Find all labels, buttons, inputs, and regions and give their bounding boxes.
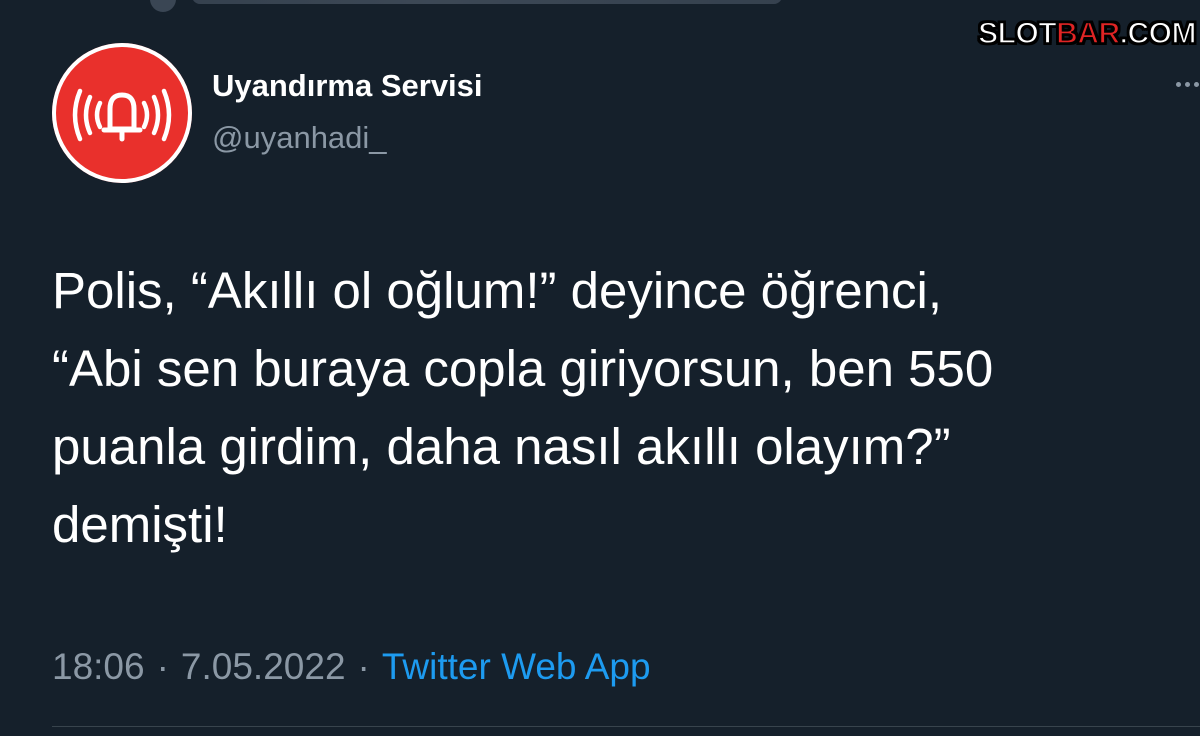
watermark-suffix: .COM — [1119, 16, 1197, 51]
slotbar-watermark: SLOT BAR .COM — [977, 14, 1197, 54]
more-dot — [1185, 82, 1190, 87]
tweet-meta: 18:06 · 7.05.2022 · Twitter Web App — [52, 646, 651, 688]
meta-separator: · — [357, 646, 370, 687]
avatar[interactable] — [52, 43, 192, 183]
ringing-bell-icon — [72, 88, 172, 142]
tweet-date[interactable]: 7.05.2022 — [181, 646, 346, 688]
tweet-source-link[interactable]: Twitter Web App — [382, 646, 651, 688]
meta-separator: · — [156, 646, 169, 687]
more-dot — [1194, 82, 1199, 87]
display-name[interactable]: Uyandırma Servisi — [212, 68, 483, 104]
watermark-prefix: SLOT — [977, 16, 1057, 51]
tweet-time[interactable]: 18:06 — [52, 646, 145, 688]
top-context-strip — [0, 0, 1200, 12]
more-options-icon[interactable] — [1176, 82, 1199, 87]
tweet-text: Polis, “Akıllı ol oğlum!” deyince öğrenc… — [52, 262, 994, 553]
watermark-accent: BAR — [1055, 16, 1120, 51]
obscured-context-text — [192, 0, 782, 4]
pin-icon — [150, 0, 176, 12]
divider — [52, 726, 1200, 727]
user-handle[interactable]: @uyanhadi_ — [212, 120, 387, 156]
more-dot — [1176, 82, 1181, 87]
